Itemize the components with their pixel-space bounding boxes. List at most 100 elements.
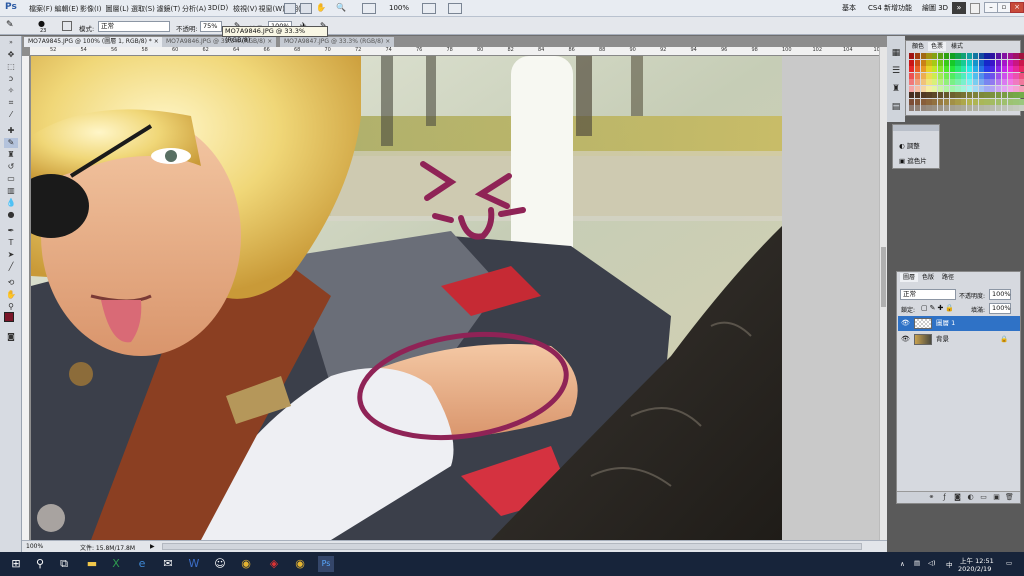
ime-indicator[interactable]: 中 — [946, 559, 953, 569]
swatch-cell[interactable] — [932, 98, 938, 105]
layer-row[interactable]: 👁 圖層 1 — [898, 316, 1020, 331]
clone-source-icon[interactable]: ♜ — [890, 84, 902, 96]
brush-tool-preset-icon[interactable]: ✎ — [6, 20, 14, 30]
swatch-cell[interactable] — [1019, 98, 1024, 105]
document-tab[interactable]: MO7A9845.JPG @ 100% (圖層 1, RGB/8) * × — [24, 37, 163, 47]
swatch-cell[interactable] — [966, 85, 973, 92]
delete-layer-icon[interactable]: 🗑 — [1005, 493, 1014, 501]
swatch-cell[interactable] — [978, 59, 984, 66]
swatch-cell[interactable] — [972, 85, 979, 92]
swatch-cell[interactable] — [966, 105, 973, 111]
swatch-cell[interactable] — [1013, 66, 1019, 72]
swatch-cell[interactable] — [909, 53, 915, 59]
swatch-cell[interactable] — [966, 79, 973, 85]
path-select-tool-icon[interactable]: ➤ — [4, 250, 18, 260]
adjust-item-adjust[interactable]: ◐ 調整 — [899, 140, 920, 150]
swatch-cell[interactable] — [978, 85, 984, 92]
layer-mask-icon[interactable]: ◙ — [953, 493, 962, 501]
swatch-cell[interactable] — [949, 79, 955, 85]
quick-select-tool-icon[interactable]: ✧ — [4, 86, 18, 96]
layers-panel-tab[interactable]: 色版 — [919, 273, 937, 282]
arrange-documents-icon[interactable] — [362, 3, 376, 14]
marquee-tool-icon[interactable]: ⬚ — [4, 62, 18, 72]
swatch-cell[interactable] — [1019, 92, 1024, 98]
history-panel-icon[interactable]: ☰ — [890, 66, 902, 78]
swatch-cell[interactable] — [1019, 59, 1024, 66]
swatch-cell[interactable] — [990, 98, 996, 105]
swatch-cell[interactable] — [984, 85, 990, 92]
swatch-cell[interactable] — [984, 98, 990, 105]
move-tool-icon[interactable]: ✥ — [4, 50, 18, 60]
swatch-cell[interactable] — [932, 79, 938, 85]
healing-brush-tool-icon[interactable]: ✚ — [4, 126, 18, 136]
menu-item[interactable]: 檢視(V) — [233, 4, 257, 14]
swatch-cell[interactable] — [1019, 66, 1024, 72]
swatch-cell[interactable] — [920, 72, 926, 79]
swatch-cell[interactable] — [995, 105, 1002, 111]
hand-tool-icon[interactable]: ✋ — [316, 3, 330, 14]
workspace-basic[interactable]: 基本 — [842, 3, 856, 13]
new-group-icon[interactable]: ▭ — [979, 493, 988, 501]
swatch-cell[interactable] — [978, 79, 984, 85]
cs-live-icon[interactable] — [970, 3, 980, 14]
history-brush-tool-icon[interactable]: ↺ — [4, 162, 18, 172]
start-windows-icon[interactable]: ⊞ — [8, 556, 24, 572]
swatch-cell[interactable] — [920, 66, 926, 72]
toolbox-collapse-icon[interactable]: » — [4, 38, 18, 48]
word-icon[interactable]: W — [186, 556, 202, 572]
blend-mode-select[interactable]: 正常 — [900, 289, 956, 300]
adjust-item-mask[interactable]: ▣ 遮色片 — [899, 155, 927, 165]
mail-icon[interactable]: ✉ — [160, 556, 176, 572]
swatch-cell[interactable] — [909, 98, 915, 105]
brush-picker-icon[interactable]: ● — [38, 19, 45, 28]
layers-panel-tab[interactable]: 圖層 — [900, 273, 919, 282]
swatch-cell[interactable] — [961, 72, 967, 79]
swatch-cell[interactable] — [972, 72, 979, 79]
swatch-cell[interactable] — [909, 72, 915, 79]
swatch-cell[interactable] — [978, 66, 984, 72]
swatch-cell[interactable] — [961, 92, 967, 98]
zoom-tool-side-icon[interactable]: ⚲ — [4, 302, 18, 312]
document-tab[interactable]: MO7A9847.JPG @ 33.3% (RGB/8) × — [280, 37, 395, 47]
scroll-thumb[interactable] — [881, 247, 886, 307]
swatch-cell[interactable] — [995, 79, 1002, 85]
swatch-cell[interactable] — [1001, 92, 1008, 98]
swatch-panel-tab[interactable]: 樣式 — [948, 42, 966, 51]
file-explorer-icon[interactable]: ▬ — [84, 556, 100, 572]
lasso-tool-icon[interactable]: ↄ — [4, 74, 18, 84]
swatch-cell[interactable] — [1007, 72, 1013, 79]
swatch-cell[interactable] — [909, 85, 915, 92]
swatch-cell[interactable] — [932, 66, 938, 72]
menu-item[interactable]: 分析(A) — [182, 4, 206, 14]
chrome-icon[interactable]: ◉ — [238, 556, 254, 572]
dodge-tool-icon[interactable]: ● — [4, 210, 18, 220]
swatch-cell[interactable] — [920, 85, 926, 92]
minimize-button[interactable]: – — [984, 2, 998, 13]
swatch-cell[interactable] — [943, 98, 950, 105]
swatch-cell[interactable] — [1013, 79, 1019, 85]
extras-icon[interactable] — [448, 3, 462, 14]
swatch-cell[interactable] — [909, 92, 915, 98]
swatch-cell[interactable] — [920, 79, 926, 85]
swatch-cell[interactable] — [961, 105, 967, 111]
swatch-cell[interactable] — [1007, 105, 1013, 111]
swatch-cell[interactable] — [972, 53, 979, 59]
brush-tool-icon[interactable]: ✎ — [4, 138, 18, 148]
swatch-cell[interactable] — [949, 66, 955, 72]
opacity-input[interactable]: 75% — [200, 21, 222, 32]
menu-item[interactable]: 編輯(E) — [55, 4, 79, 14]
swatch-cell[interactable] — [949, 59, 955, 66]
swatch-cell[interactable] — [937, 85, 944, 92]
swatch-cell[interactable] — [961, 98, 967, 105]
swatch-cell[interactable] — [972, 92, 979, 98]
swatch-cell[interactable] — [984, 105, 990, 111]
swatch-cell[interactable] — [943, 72, 950, 79]
swatch-cell[interactable] — [966, 92, 973, 98]
vertical-scrollbar[interactable] — [879, 47, 887, 544]
swatch-cell[interactable] — [909, 66, 915, 72]
chrome-second-icon[interactable]: ◉ — [292, 556, 308, 572]
swatch-cell[interactable] — [943, 59, 950, 66]
brush-panel-icon[interactable] — [62, 21, 72, 31]
notification-icon[interactable]: ▭ — [1006, 559, 1012, 567]
swatch-cell[interactable] — [914, 66, 921, 72]
